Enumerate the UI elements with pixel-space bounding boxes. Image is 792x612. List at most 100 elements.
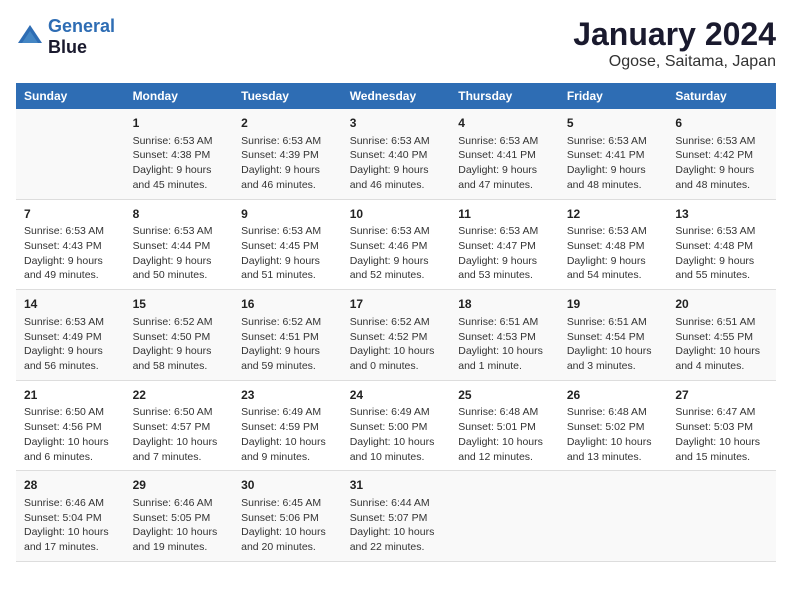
day-number: 4	[458, 115, 551, 132]
day-info: Sunrise: 6:49 AMSunset: 5:00 PMDaylight:…	[350, 405, 443, 464]
day-cell: 24Sunrise: 6:49 AMSunset: 5:00 PMDayligh…	[342, 380, 451, 471]
day-cell: 6Sunrise: 6:53 AMSunset: 4:42 PMDaylight…	[667, 109, 776, 199]
day-cell: 29 Sunrise: 6:46 AMSunset: 5:05 PMDayligh…	[125, 471, 234, 562]
day-cell: 13Sunrise: 6:53 AMSunset: 4:48 PMDayligh…	[667, 199, 776, 290]
day-number: 16	[241, 296, 334, 313]
day-info: Sunrise: 6:51 AMSunset: 4:53 PMDaylight:…	[458, 315, 551, 374]
day-cell: 7Sunrise: 6:53 AMSunset: 4:43 PMDaylight…	[16, 199, 125, 290]
day-cell: 25Sunrise: 6:48 AMSunset: 5:01 PMDayligh…	[450, 380, 559, 471]
day-info: Sunrise: 6:53 AMSunset: 4:39 PMDaylight:…	[241, 134, 334, 193]
day-number: 8	[133, 206, 226, 223]
location: Ogose, Saitama, Japan	[573, 53, 776, 71]
day-number: 22	[133, 387, 226, 404]
day-cell: 12Sunrise: 6:53 AMSunset: 4:48 PMDayligh…	[559, 199, 668, 290]
col-header-friday: Friday	[559, 83, 668, 109]
day-info: Sunrise: 6:52 AMSunset: 4:50 PMDaylight:…	[133, 315, 226, 374]
day-number: 5	[567, 115, 660, 132]
col-header-saturday: Saturday	[667, 83, 776, 109]
logo: General Blue	[16, 16, 115, 58]
day-info: Sunrise: 6:51 AMSunset: 4:55 PMDaylight:…	[675, 315, 768, 374]
day-info: Sunrise: 6:48 AMSunset: 5:01 PMDaylight:…	[458, 405, 551, 464]
day-info: Sunrise: 6:52 AMSunset: 4:51 PMDaylight:…	[241, 315, 334, 374]
day-number: 28	[24, 477, 117, 494]
day-cell	[16, 109, 125, 199]
day-info: Sunrise: 6:53 AMSunset: 4:47 PMDaylight:…	[458, 224, 551, 283]
logo-line2: Blue	[48, 37, 115, 58]
day-cell: 30 Sunrise: 6:45 AMSunset: 5:06 PMDayligh…	[233, 471, 342, 562]
day-cell: 5 Sunrise: 6:53 AMSunset: 4:41 PMDaylight…	[559, 109, 668, 199]
day-cell: 22Sunrise: 6:50 AMSunset: 4:57 PMDayligh…	[125, 380, 234, 471]
day-cell	[559, 471, 668, 562]
day-cell: 4 Sunrise: 6:53 AMSunset: 4:41 PMDaylight…	[450, 109, 559, 199]
day-number: 25	[458, 387, 551, 404]
day-info: Sunrise: 6:53 AMSunset: 4:44 PMDaylight:…	[133, 224, 226, 283]
day-info: Sunrise: 6:50 AMSunset: 4:56 PMDaylight:…	[24, 405, 117, 464]
day-info: Sunrise: 6:53 AMSunset: 4:49 PMDaylight:…	[24, 315, 117, 374]
week-row-4: 21Sunrise: 6:50 AMSunset: 4:56 PMDayligh…	[16, 380, 776, 471]
day-number: 13	[675, 206, 768, 223]
day-cell: 10Sunrise: 6:53 AMSunset: 4:46 PMDayligh…	[342, 199, 451, 290]
day-info: Sunrise: 6:53 AMSunset: 4:48 PMDaylight:…	[675, 224, 768, 283]
day-number: 23	[241, 387, 334, 404]
day-number: 17	[350, 296, 443, 313]
day-number: 20	[675, 296, 768, 313]
day-number: 29	[133, 477, 226, 494]
day-info: Sunrise: 6:46 AMSunset: 5:05 PMDaylight:…	[133, 496, 226, 555]
col-header-sunday: Sunday	[16, 83, 125, 109]
day-number: 1	[133, 115, 226, 132]
day-number: 27	[675, 387, 768, 404]
day-number: 12	[567, 206, 660, 223]
day-info: Sunrise: 6:48 AMSunset: 5:02 PMDaylight:…	[567, 405, 660, 464]
week-row-3: 14 Sunrise: 6:53 AMSunset: 4:49 PMDayligh…	[16, 290, 776, 381]
day-info: Sunrise: 6:47 AMSunset: 5:03 PMDaylight:…	[675, 405, 768, 464]
col-header-wednesday: Wednesday	[342, 83, 451, 109]
col-header-monday: Monday	[125, 83, 234, 109]
day-cell	[667, 471, 776, 562]
day-info: Sunrise: 6:53 AMSunset: 4:41 PMDaylight:…	[567, 134, 660, 193]
day-number: 19	[567, 296, 660, 313]
day-info: Sunrise: 6:50 AMSunset: 4:57 PMDaylight:…	[133, 405, 226, 464]
day-info: Sunrise: 6:53 AMSunset: 4:48 PMDaylight:…	[567, 224, 660, 283]
day-info: Sunrise: 6:44 AMSunset: 5:07 PMDaylight:…	[350, 496, 443, 555]
day-cell: 20 Sunrise: 6:51 AMSunset: 4:55 PMDayligh…	[667, 290, 776, 381]
day-number: 14	[24, 296, 117, 313]
day-cell: 26Sunrise: 6:48 AMSunset: 5:02 PMDayligh…	[559, 380, 668, 471]
day-info: Sunrise: 6:53 AMSunset: 4:41 PMDaylight:…	[458, 134, 551, 193]
calendar-header-row: SundayMondayTuesdayWednesdayThursdayFrid…	[16, 83, 776, 109]
day-cell: 28 Sunrise: 6:46 AMSunset: 5:04 PMDayligh…	[16, 471, 125, 562]
day-number: 21	[24, 387, 117, 404]
day-cell: 8Sunrise: 6:53 AMSunset: 4:44 PMDaylight…	[125, 199, 234, 290]
calendar-table: SundayMondayTuesdayWednesdayThursdayFrid…	[16, 83, 776, 562]
day-info: Sunrise: 6:45 AMSunset: 5:06 PMDaylight:…	[241, 496, 334, 555]
day-number: 18	[458, 296, 551, 313]
day-cell: 21Sunrise: 6:50 AMSunset: 4:56 PMDayligh…	[16, 380, 125, 471]
week-row-5: 28 Sunrise: 6:46 AMSunset: 5:04 PMDayligh…	[16, 471, 776, 562]
page-header: General Blue January 2024 Ogose, Saitama…	[16, 16, 776, 71]
day-number: 30	[241, 477, 334, 494]
month-title: January 2024	[573, 16, 776, 53]
day-number: 15	[133, 296, 226, 313]
day-cell: 15 Sunrise: 6:52 AMSunset: 4:50 PMDayligh…	[125, 290, 234, 381]
logo-icon	[16, 23, 44, 51]
day-number: 3	[350, 115, 443, 132]
day-cell: 3 Sunrise: 6:53 AMSunset: 4:40 PMDaylight…	[342, 109, 451, 199]
day-cell: 19Sunrise: 6:51 AMSunset: 4:54 PMDayligh…	[559, 290, 668, 381]
day-info: Sunrise: 6:53 AMSunset: 4:38 PMDaylight:…	[133, 134, 226, 193]
week-row-1: 1 Sunrise: 6:53 AMSunset: 4:38 PMDaylight…	[16, 109, 776, 199]
day-cell: 23Sunrise: 6:49 AMSunset: 4:59 PMDayligh…	[233, 380, 342, 471]
day-cell: 2 Sunrise: 6:53 AMSunset: 4:39 PMDaylight…	[233, 109, 342, 199]
day-cell: 16 Sunrise: 6:52 AMSunset: 4:51 PMDayligh…	[233, 290, 342, 381]
day-number: 11	[458, 206, 551, 223]
day-cell: 9Sunrise: 6:53 AMSunset: 4:45 PMDaylight…	[233, 199, 342, 290]
day-number: 10	[350, 206, 443, 223]
day-cell: 17Sunrise: 6:52 AMSunset: 4:52 PMDayligh…	[342, 290, 451, 381]
week-row-2: 7Sunrise: 6:53 AMSunset: 4:43 PMDaylight…	[16, 199, 776, 290]
day-cell: 1 Sunrise: 6:53 AMSunset: 4:38 PMDaylight…	[125, 109, 234, 199]
day-info: Sunrise: 6:53 AMSunset: 4:42 PMDaylight:…	[675, 134, 768, 193]
col-header-thursday: Thursday	[450, 83, 559, 109]
day-number: 2	[241, 115, 334, 132]
day-info: Sunrise: 6:53 AMSunset: 4:40 PMDaylight:…	[350, 134, 443, 193]
day-info: Sunrise: 6:53 AMSunset: 4:43 PMDaylight:…	[24, 224, 117, 283]
day-number: 31	[350, 477, 443, 494]
day-info: Sunrise: 6:46 AMSunset: 5:04 PMDaylight:…	[24, 496, 117, 555]
